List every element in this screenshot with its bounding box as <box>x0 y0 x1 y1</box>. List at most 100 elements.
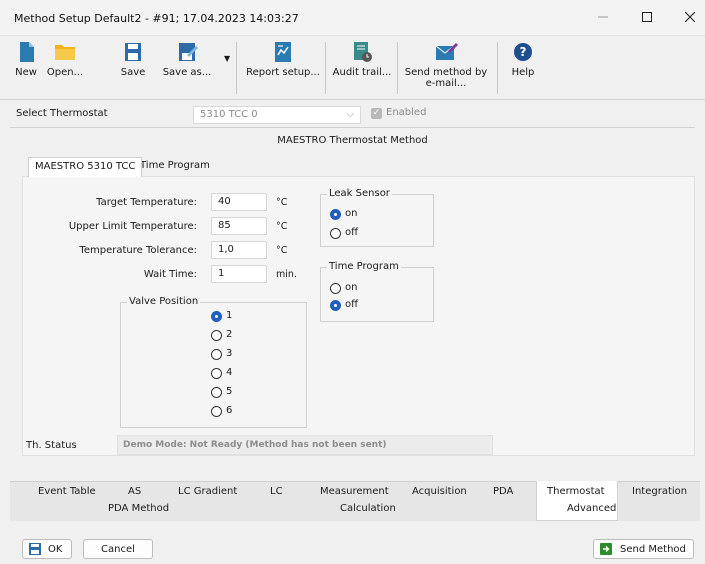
close-icon <box>685 12 695 22</box>
save-as-button[interactable]: Save as... <box>163 36 211 100</box>
tab-maestro-5310-tcc[interactable]: MAESTRO 5310 TCC <box>28 157 143 177</box>
valve-position-radio[interactable] <box>211 387 222 398</box>
valve-position-title: Valve Position <box>127 296 201 307</box>
tab-calculation[interactable]: Calculation <box>340 503 396 514</box>
help-button[interactable]: ? Help <box>509 36 537 100</box>
save-button[interactable]: Save <box>119 36 147 100</box>
save-disk-icon <box>29 543 41 555</box>
valve-position-label: 6 <box>226 405 233 416</box>
minimize-icon <box>598 16 608 18</box>
target-temperature-unit: °C <box>276 197 288 208</box>
audit-trail-label: Audit trail... <box>332 67 392 78</box>
valve-position-label: 3 <box>226 348 233 359</box>
enabled-checkbox[interactable]: ✓ <box>371 108 382 119</box>
temperature-tolerance-label: Temperature Tolerance: <box>79 245 197 256</box>
save-as-icon <box>179 43 198 61</box>
report-setup-label: Report setup... <box>246 67 320 78</box>
send-arrow-icon <box>600 543 612 555</box>
tab-lc-gradient[interactable]: LC Gradient <box>178 486 237 497</box>
wait-time-input[interactable]: 1 <box>211 265 267 283</box>
target-temperature-input[interactable]: 40 <box>211 193 267 211</box>
tab-lc[interactable]: LC <box>270 486 283 497</box>
toolbar-separator <box>325 42 326 94</box>
audit-trail-button[interactable]: Audit trail... <box>332 36 392 100</box>
tab-pda[interactable]: PDA <box>493 486 513 497</box>
report-setup-button[interactable]: Report setup... <box>246 36 320 100</box>
save-as-label: Save as... <box>162 67 212 78</box>
svg-text:?: ? <box>520 45 527 59</box>
target-temperature-label: Target Temperature: <box>96 197 197 208</box>
temperature-tolerance-input[interactable]: 1,0 <box>211 241 267 259</box>
window-title: Method Setup Default2 - #91; 17.04.2023 … <box>14 12 299 25</box>
email-edit-icon <box>435 43 458 60</box>
th-status-field: Demo Mode: Not Ready (Method has not bee… <box>117 435 493 455</box>
minimize-button[interactable] <box>588 4 618 30</box>
tab-measurement[interactable]: Measurement <box>320 486 389 497</box>
leak-sensor-group <box>320 194 434 247</box>
tab-time-program[interactable]: Time Program <box>134 157 216 176</box>
save-label[interactable]: Save <box>121 67 146 78</box>
tab-advanced[interactable]: Advanced <box>567 503 616 514</box>
report-icon <box>275 42 291 62</box>
thermostat-select[interactable]: 5310 TCC 0 ⌵ <box>193 106 361 124</box>
new-document-icon <box>20 42 34 62</box>
maximize-icon <box>642 12 652 22</box>
folder-icon <box>55 45 75 60</box>
leak-sensor-off-radio[interactable] <box>330 228 341 239</box>
wait-time-unit: min. <box>276 269 297 280</box>
time-program-on-radio[interactable] <box>330 283 341 294</box>
enabled-label: Enabled <box>386 107 427 118</box>
cancel-button[interactable]: Cancel <box>83 539 153 559</box>
valve-position-radio[interactable] <box>211 330 222 341</box>
leak-sensor-title: Leak Sensor <box>327 188 392 199</box>
send-method-label: Send Method <box>620 543 686 555</box>
audit-trail-icon <box>354 42 372 62</box>
tab-as[interactable]: AS <box>128 486 141 497</box>
chevron-down-icon: ⌵ <box>346 109 354 120</box>
maximize-button[interactable] <box>632 4 662 30</box>
toolbar-separator <box>397 42 398 94</box>
leak-sensor-on-radio[interactable] <box>330 209 341 220</box>
send-method-email-button[interactable]: Send method by e-mail... <box>405 36 487 100</box>
toolbar-separator <box>236 42 237 94</box>
valve-position-radio[interactable] <box>211 311 222 322</box>
valve-position-label: 2 <box>226 329 233 340</box>
toolbar: New Open... Save Save as... ▼ Report set… <box>0 36 705 100</box>
close-button[interactable] <box>675 4 705 30</box>
save-disk-icon <box>125 43 141 61</box>
valve-position-label: 4 <box>226 367 233 378</box>
time-program-title: Time Program <box>327 261 401 272</box>
leak-sensor-off-label: off <box>345 227 359 238</box>
tab-thermostat[interactable]: Thermostat <box>547 486 605 497</box>
open-label: Open... <box>46 67 84 78</box>
time-program-off-label: off <box>345 299 359 310</box>
upper-limit-temperature-input[interactable]: 85 <box>211 217 267 235</box>
tab-acquisition[interactable]: Acquisition <box>412 486 467 497</box>
valve-position-radio[interactable] <box>211 406 222 417</box>
valve-position-label: 5 <box>226 386 233 397</box>
save-as-dropdown-icon[interactable]: ▼ <box>224 54 230 63</box>
upper-limit-temperature-unit: °C <box>276 221 288 232</box>
send-method-button[interactable]: Send Method <box>593 539 694 559</box>
valve-position-radio[interactable] <box>211 349 222 360</box>
th-status-label: Th. Status <box>26 440 77 451</box>
new-button[interactable]: New <box>12 36 40 100</box>
ok-button[interactable]: OK <box>22 539 72 559</box>
open-button[interactable]: Open... <box>45 36 85 100</box>
cancel-label: Cancel <box>101 543 135 555</box>
tab-event-table[interactable]: Event Table <box>38 486 96 497</box>
valve-position-radio[interactable] <box>211 368 222 379</box>
select-thermostat-label: Select Thermostat <box>16 108 108 119</box>
title-bar: Method Setup Default2 - #91; 17.04.2023 … <box>0 0 705 36</box>
time-program-on-label: on <box>345 282 358 293</box>
tab-integration[interactable]: Integration <box>632 486 687 497</box>
help-icon: ? <box>514 43 532 61</box>
ok-label: OK <box>48 543 63 555</box>
time-program-off-radio[interactable] <box>330 300 341 311</box>
method-title: MAESTRO Thermostat Method <box>277 135 428 146</box>
time-program-group <box>320 267 434 322</box>
tab-pda-method[interactable]: PDA Method <box>108 503 169 514</box>
leak-sensor-on-label: on <box>345 208 358 219</box>
new-label: New <box>15 67 37 78</box>
upper-limit-temperature-label: Upper Limit Temperature: <box>68 221 197 232</box>
